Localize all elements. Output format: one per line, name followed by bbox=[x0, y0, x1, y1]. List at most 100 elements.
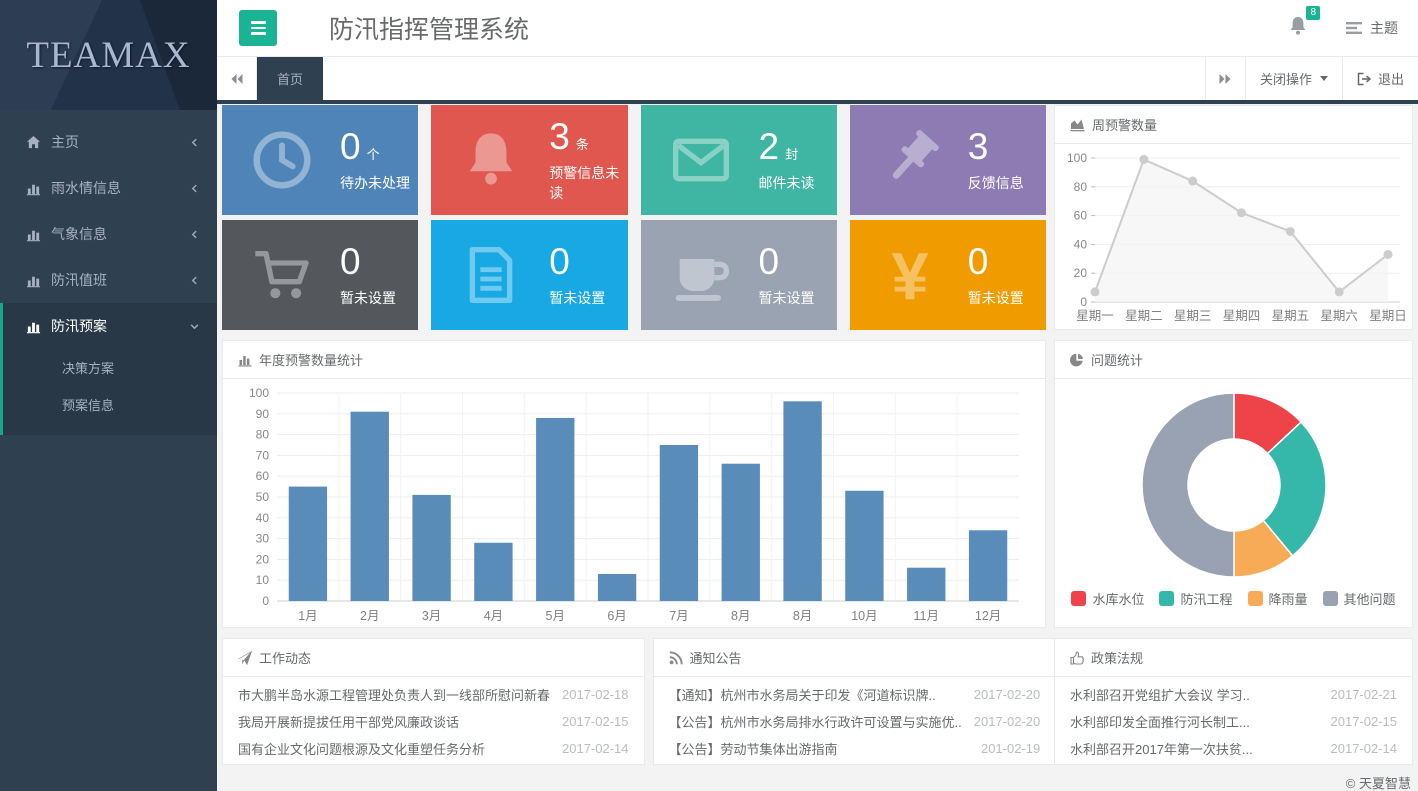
list-item: 水利部召开党组扩大会议 学习.. 2017-02-21 bbox=[1055, 681, 1412, 708]
close-operations-dropdown[interactable]: 关闭操作 bbox=[1245, 57, 1342, 100]
svg-text:星期日: 星期日 bbox=[1369, 309, 1406, 323]
legend-item[interactable]: 防汛工程 bbox=[1159, 589, 1232, 608]
stat-card-unset-3[interactable]: 0 暂未设置 bbox=[641, 220, 837, 330]
sidebar-item-duty[interactable]: 防汛值班 bbox=[0, 257, 217, 303]
stat-card-unset-2[interactable]: 0 暂未设置 bbox=[431, 220, 627, 330]
news-link[interactable]: 【通知】杭州市水务局关于印发《河道标识牌.. bbox=[669, 685, 962, 704]
notification-badge: 8 bbox=[1306, 6, 1320, 20]
chevron-left-icon bbox=[190, 230, 199, 239]
svg-text:3月: 3月 bbox=[422, 609, 441, 623]
stat-value: 0 bbox=[340, 241, 361, 282]
svg-text:0: 0 bbox=[1080, 295, 1087, 309]
tabs-scroll-left-button[interactable] bbox=[217, 57, 257, 100]
bell-icon bbox=[459, 128, 523, 192]
stat-card-todo[interactable]: 0个 待办未处理 bbox=[222, 105, 418, 215]
sidebar-subitem-decision[interactable]: 决策方案 bbox=[3, 349, 217, 386]
stat-card-unset-4[interactable]: ¥ 0 暂未设置 bbox=[850, 220, 1046, 330]
notification-bell[interactable]: 8 bbox=[1288, 15, 1308, 42]
svg-text:12月: 12月 bbox=[975, 609, 1001, 623]
svg-text:2月: 2月 bbox=[360, 609, 379, 623]
sidebar-item-rainwater[interactable]: 雨水情信息 bbox=[0, 165, 217, 211]
news-link[interactable]: 国有企业文化问题根源及文化重塑任务分析 bbox=[238, 739, 550, 758]
theme-switcher[interactable]: 主题 bbox=[1346, 18, 1398, 38]
svg-text:7月: 7月 bbox=[669, 609, 688, 623]
sidebar-item-home[interactable]: 主页 bbox=[0, 119, 217, 165]
list-item: 国有企业文化问题根源及文化重塑任务分析 2017-02-14 bbox=[223, 735, 644, 762]
hamburger-menu-button[interactable] bbox=[239, 10, 277, 46]
news-link[interactable]: 水利部召开党组扩大会议 学习.. bbox=[1070, 685, 1319, 704]
sign-out-icon bbox=[1357, 72, 1372, 86]
legend-item[interactable]: 水库水位 bbox=[1071, 589, 1144, 608]
svg-text:80: 80 bbox=[256, 428, 270, 442]
legend-swatch bbox=[1159, 591, 1174, 606]
dashboard-content: 0个 待办未处理 3条 预警信息未读 bbox=[217, 104, 1418, 791]
page-title: 防汛指挥管理系统 bbox=[329, 10, 529, 46]
envelope-icon bbox=[669, 128, 733, 192]
donut-legend: 水库水位 防汛工程降雨量其他问题 bbox=[1071, 589, 1395, 608]
panel-title: 年度预警数量统计 bbox=[259, 350, 363, 369]
panel-header: 政策法规 bbox=[1055, 639, 1412, 677]
logo-text: TEAMAX bbox=[26, 34, 190, 77]
stat-card-mail[interactable]: 2封 邮件未读 bbox=[641, 105, 837, 215]
news-link[interactable]: 水利部印发全面推行河长制工... bbox=[1070, 712, 1319, 731]
list-item: 市大鹏半岛水源工程管理处负责人到一线部所慰问新春 2017-02-18 bbox=[223, 681, 644, 708]
chevron-left-icon bbox=[190, 138, 199, 147]
stat-card-alerts[interactable]: 3条 预警信息未读 bbox=[431, 105, 627, 215]
logout-label: 退出 bbox=[1378, 69, 1404, 88]
stat-value: 0 bbox=[340, 126, 361, 167]
svg-text:0: 0 bbox=[262, 594, 269, 608]
issue-donut-chart bbox=[1136, 387, 1332, 583]
sidebar-subitem-plan-info[interactable]: 预案信息 bbox=[3, 386, 217, 423]
news-link[interactable]: 我局开展新提拔任用干部党风廉政谈话 bbox=[238, 712, 550, 731]
svg-text:60: 60 bbox=[256, 469, 270, 483]
tabs-scroll-right-button[interactable] bbox=[1205, 57, 1245, 100]
list-item: 我局开展新提拔任用干部党风廉政谈话 2017-02-15 bbox=[223, 708, 644, 735]
sidebar-item-weather[interactable]: 气象信息 bbox=[0, 211, 217, 257]
news-date: 201-02-19 bbox=[981, 741, 1040, 756]
svg-text:80: 80 bbox=[1074, 180, 1088, 194]
stat-label: 暂未设置 bbox=[968, 288, 1024, 308]
svg-text:8月: 8月 bbox=[793, 609, 812, 623]
tab-home[interactable]: 首页 bbox=[257, 57, 323, 100]
double-chevron-right-icon bbox=[1218, 73, 1232, 85]
svg-text:1月: 1月 bbox=[298, 609, 317, 623]
svg-text:6月: 6月 bbox=[607, 609, 626, 623]
sidebar-item-label: 防汛预案 bbox=[51, 316, 190, 336]
legend-item[interactable]: 其他问题 bbox=[1323, 589, 1396, 608]
gavel-icon bbox=[878, 128, 942, 192]
svg-text:5月: 5月 bbox=[546, 609, 565, 623]
stat-label: 反馈信息 bbox=[968, 173, 1024, 193]
stat-value: 0 bbox=[549, 241, 570, 282]
panel-yearly-alerts: 年度预警数量统计 01020304050607080901001月2月3月4月5… bbox=[222, 340, 1046, 628]
sidebar-item-plan[interactable]: 防汛预案 bbox=[3, 303, 217, 349]
sidebar-menu: 主页 雨水情信息 气象信息 防汛值班 防汛预案 bbox=[0, 110, 217, 435]
stat-card-feedback[interactable]: 3 反馈信息 bbox=[850, 105, 1046, 215]
stat-value: 0 bbox=[968, 241, 989, 282]
svg-text:100: 100 bbox=[1067, 151, 1087, 165]
left-column: 0个 待办未处理 3条 预警信息未读 bbox=[222, 105, 1046, 791]
legend-item[interactable]: 降雨量 bbox=[1248, 589, 1308, 608]
svg-text:20: 20 bbox=[1074, 266, 1088, 280]
stat-unit: 个 bbox=[367, 147, 380, 162]
stat-value: 3 bbox=[549, 116, 570, 157]
panel-title: 周预警数量 bbox=[1092, 115, 1157, 134]
logout-button[interactable]: 退出 bbox=[1342, 57, 1418, 100]
list-item: 水利部印发全面推行河长制工... 2017-02-15 bbox=[1055, 708, 1412, 735]
clock-icon bbox=[250, 128, 314, 192]
news-link[interactable]: 【公告】杭州市水务局排水行政许可设置与实施优.. bbox=[669, 712, 962, 731]
news-link[interactable]: 水利部召开2017年第一次扶贫... bbox=[1070, 739, 1319, 758]
news-link[interactable]: 【公告】劳动节集体出游指南 bbox=[669, 739, 969, 758]
svg-text:星期四: 星期四 bbox=[1223, 309, 1261, 323]
news-link[interactable]: 市大鹏半岛水源工程管理处负责人到一线部所慰问新春 bbox=[238, 685, 550, 704]
news-date: 2017-02-20 bbox=[974, 687, 1041, 702]
news-date: 2017-02-14 bbox=[562, 741, 629, 756]
svg-text:11月: 11月 bbox=[914, 609, 939, 623]
stat-card-unset-1[interactable]: 0 暂未设置 bbox=[222, 220, 418, 330]
panel-title: 政策法规 bbox=[1091, 648, 1143, 667]
sidebar-item-label: 主页 bbox=[51, 132, 190, 152]
panel-issue-stats: 问题统计 水库水位防汛工程降雨量其他问题 bbox=[1054, 340, 1413, 628]
main-area: 防汛指挥管理系统 8 主题 bbox=[217, 0, 1418, 791]
legend-label: 防汛工程 bbox=[1180, 589, 1232, 608]
rss-icon bbox=[669, 651, 683, 665]
theme-label: 主题 bbox=[1370, 18, 1398, 38]
